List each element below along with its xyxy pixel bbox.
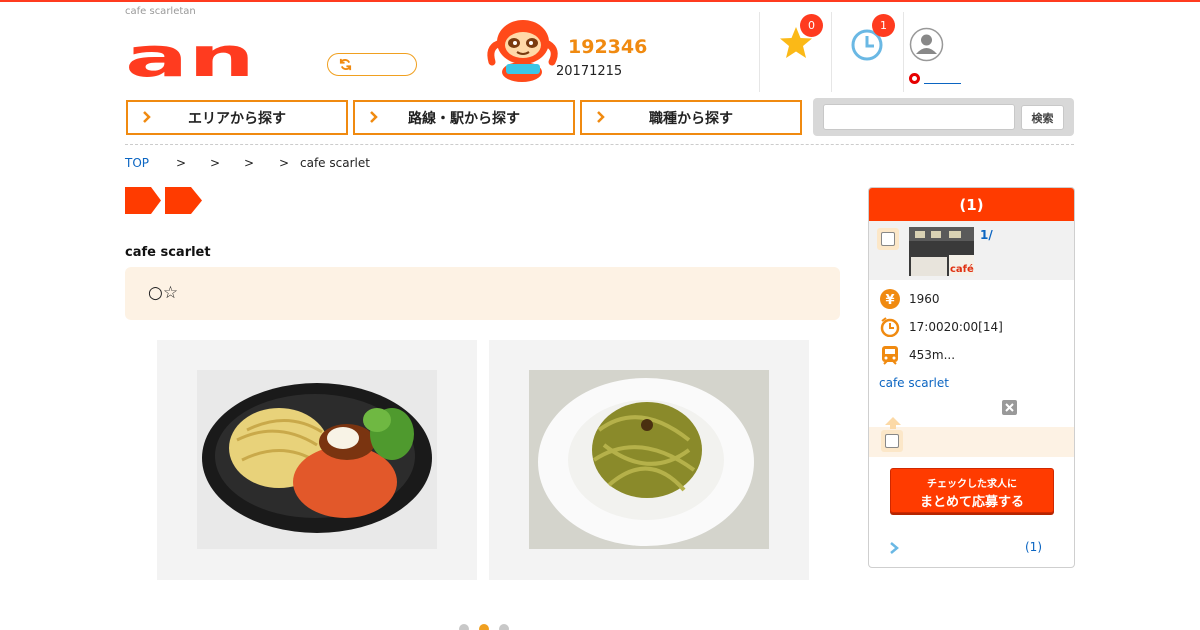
- access-row: 453m...: [880, 345, 955, 365]
- job-count-date: 20171215: [556, 64, 623, 79]
- food-photo-card[interactable]: [489, 340, 809, 580]
- hours-text: 17:0020:00[14]: [909, 320, 1003, 334]
- an-logo[interactable]: an: [125, 38, 257, 78]
- view-more-row[interactable]: (1): [869, 538, 1074, 558]
- login-status-icon: [909, 73, 920, 84]
- breadcrumb-current: cafe scarlet: [300, 156, 370, 170]
- total-job-count: 192346: [568, 36, 648, 58]
- check-all-wrap: [881, 430, 903, 452]
- job-item[interactable]: café 1/: [869, 221, 1074, 280]
- header-separator: [759, 12, 760, 92]
- breadcrumb-separator: >: [210, 156, 221, 170]
- panel-header: (1): [869, 188, 1074, 221]
- job-checkbox-wrap: [877, 228, 899, 250]
- site-caption: cafe scarletan: [125, 6, 196, 17]
- bulk-apply-button[interactable]: チェックした求人に まとめて応募する: [890, 468, 1054, 513]
- search-input[interactable]: [823, 104, 1015, 130]
- job-item-title[interactable]: 1/: [980, 228, 993, 242]
- view-more-count[interactable]: (1): [1025, 540, 1042, 554]
- logo-text: an: [125, 38, 255, 78]
- hours-row: 17:0020:00[14]: [880, 317, 1003, 337]
- svg-text:¥: ¥: [885, 293, 894, 308]
- refresh-button[interactable]: [327, 53, 417, 76]
- history-badge: 1: [872, 14, 895, 37]
- bulk-apply-line2: まとめて応募する: [919, 495, 1024, 510]
- chevron-right-icon: [370, 111, 378, 123]
- bulk-apply-line1: チェックした求人に: [927, 479, 1017, 490]
- catch-copy-box: ○☆: [125, 267, 840, 320]
- catch-copy-text: ○☆: [148, 283, 179, 303]
- login-link[interactable]: [924, 83, 961, 84]
- header-separator: [903, 12, 904, 92]
- header-separator: [831, 12, 832, 92]
- close-icon[interactable]: [1002, 400, 1017, 415]
- sloth-mascot-icon: [487, 20, 558, 82]
- yen-icon: ¥: [880, 289, 900, 309]
- breadcrumb-separator: >: [244, 156, 255, 170]
- search-by-station-label: 路線・駅から探す: [408, 110, 520, 127]
- chevron-right-icon: [597, 111, 605, 123]
- refresh-icon: [339, 58, 352, 71]
- food-photo-card[interactable]: [157, 340, 477, 580]
- breadcrumb-top-link[interactable]: TOP: [125, 156, 149, 170]
- carousel-dots: [459, 624, 511, 630]
- arrow-up-icon: [885, 417, 901, 429]
- user-avatar-icon[interactable]: [909, 27, 944, 62]
- access-text: 453m...: [909, 348, 956, 362]
- shop-name: cafe scarlet: [125, 245, 211, 260]
- header-divider: [125, 144, 1074, 145]
- breadcrumb-separator: >: [279, 156, 290, 170]
- job-checkbox[interactable]: [881, 232, 895, 246]
- top-accent-line: [0, 0, 1200, 2]
- chevron-right-icon: [890, 542, 899, 554]
- check-all-checkbox[interactable]: [885, 434, 899, 448]
- salary-row: ¥ 1960: [880, 289, 940, 309]
- search-by-area-button[interactable]: エリアから探す: [126, 100, 348, 135]
- shop-link[interactable]: cafe scarlet: [879, 376, 949, 390]
- clock-icon: [880, 317, 900, 337]
- carousel-dot[interactable]: [459, 624, 469, 630]
- carousel-dot[interactable]: [499, 624, 509, 630]
- search-by-occupation-label: 職種から探す: [649, 110, 733, 127]
- breadcrumb-separator: >: [176, 156, 187, 170]
- search-by-station-button[interactable]: 路線・駅から探す: [353, 100, 575, 135]
- train-icon: [882, 346, 898, 365]
- recommended-jobs-panel: (1) café 1/ ¥ 1960 17:0020:00[14] 453m..…: [868, 187, 1075, 568]
- favorites-badge: 0: [800, 14, 823, 37]
- job-thumbnail-photo[interactable]: café: [909, 227, 974, 276]
- search-by-occupation-button[interactable]: 職種から探す: [580, 100, 802, 135]
- keyword-search: 検索: [813, 98, 1074, 136]
- chevron-right-icon: [143, 111, 151, 123]
- employment-type-tags-icon: [125, 187, 202, 214]
- svg-text:café: café: [950, 263, 974, 275]
- search-by-area-label: エリアから探す: [188, 110, 286, 127]
- pasta-plate-photo: [529, 370, 769, 549]
- carousel-dot-active[interactable]: [479, 624, 489, 630]
- check-all-row: [869, 417, 1074, 457]
- search-button[interactable]: 検索: [1021, 105, 1064, 130]
- pasta-plate-photo: [197, 370, 437, 549]
- salary-text: 1960: [909, 292, 940, 306]
- breadcrumb: TOP > > > > cafe scarlet: [125, 156, 525, 172]
